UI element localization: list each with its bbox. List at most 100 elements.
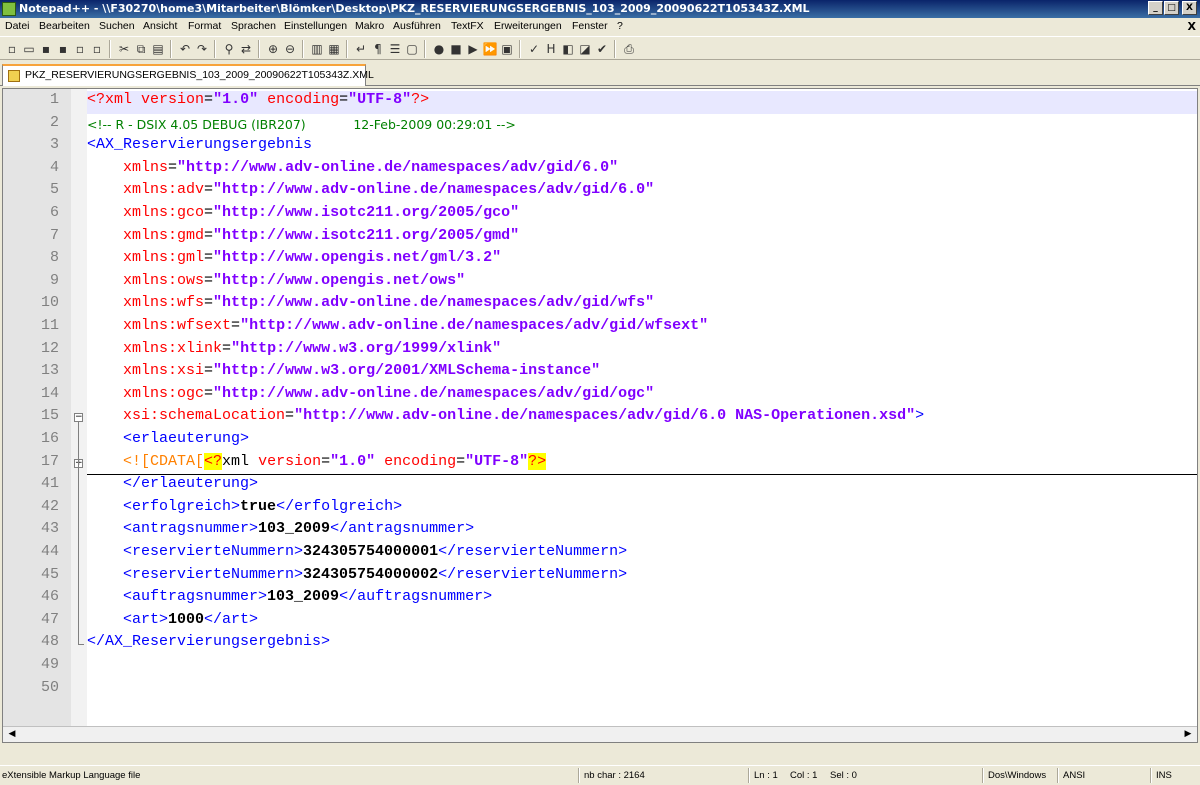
save-all-icon[interactable]: ▪ — [55, 41, 71, 57]
code-line: xmlns:ows="http://www.opengis.net/ows" — [123, 271, 466, 289]
line-number: 6 — [49, 204, 59, 221]
code-line: <erfolgreich>true</erfolgreich> — [123, 497, 403, 515]
line-number: 11 — [40, 317, 59, 334]
title-bar: Notepad++ - \\F30270\home3\Mitarbeiter\B… — [0, 0, 1200, 18]
menu-help[interactable]: ? — [617, 20, 623, 32]
copy-icon[interactable]: ⧉ — [133, 41, 149, 57]
sync-vertical-icon[interactable]: ▥ — [309, 41, 325, 57]
tab-label: PKZ_RESERVIERUNGSERGEBNIS_103_2009_20090… — [25, 69, 374, 81]
line-number: 44 — [40, 543, 59, 560]
close-icon[interactable]: ▫ — [72, 41, 88, 57]
code-line: <art>1000</art> — [123, 610, 259, 628]
status-separator — [1150, 768, 1152, 783]
line-number: 42 — [40, 497, 59, 515]
fold-collapse-icon[interactable]: − — [74, 413, 83, 423]
close-document-icon[interactable]: X — [1188, 20, 1196, 33]
zoom-in-icon[interactable]: ⊕ — [265, 41, 281, 57]
line-number: 16 — [40, 430, 59, 447]
play-macro-icon[interactable]: ▶ — [465, 41, 481, 57]
status-eol: Dos\Windows — [988, 770, 1047, 781]
line-number: 50 — [40, 678, 59, 696]
code-line: <antragsnummer>103_2009</antragsnummer> — [123, 520, 475, 538]
menu-datei[interactable]: Datei — [5, 20, 30, 32]
find-icon[interactable]: ⚲ — [221, 41, 237, 57]
menu-erweiterungen[interactable]: Erweiterungen — [494, 20, 562, 32]
record-macro-icon[interactable]: ● — [431, 41, 447, 57]
hex-icon[interactable]: H — [543, 41, 559, 57]
zoom-out-icon[interactable]: ⊖ — [282, 41, 298, 57]
close-window-button[interactable]: X — [1182, 1, 1197, 15]
code-line: xmlns:xlink="http://www.w3.org/1999/xlin… — [123, 339, 502, 357]
code-line: xmlns:gco="http://www.isotc211.org/2005/… — [123, 204, 520, 221]
menu-bearbeiten[interactable]: Bearbeiten — [39, 20, 90, 32]
menu-fenster[interactable]: Fenster — [572, 20, 608, 32]
line-number: 14 — [40, 384, 59, 402]
print-icon[interactable]: ⎙ — [621, 41, 637, 57]
compare-icon[interactable]: ◧ — [560, 41, 576, 57]
menu-makro[interactable]: Makro — [355, 20, 384, 32]
editor[interactable]: 1 2 3 4 5 6 7 8 9 10 11 12 13 14 15 16 17 41 42 43 44 45 46 47 4… — [2, 88, 1198, 743]
scroll-right-icon[interactable]: ▶ — [1181, 728, 1195, 741]
line-number: 49 — [40, 656, 59, 673]
code-line: xmlns:wfs="http://www.adv-online.de/name… — [123, 294, 655, 312]
menu-suchen[interactable]: Suchen — [99, 20, 135, 32]
run-macro-multiple-icon[interactable]: ⏩ — [482, 41, 498, 57]
line-number: 9 — [49, 271, 59, 289]
line-number: 1 — [49, 91, 59, 108]
line-number: 7 — [49, 226, 59, 244]
user-defined-lang-icon[interactable]: ▢ — [404, 41, 420, 57]
code-area[interactable]: <?xml version="1.0" encoding="UTF-8"?> <!… — [87, 89, 1197, 726]
fold-end-tick — [78, 644, 84, 646]
menu-textfx[interactable]: TextFX — [451, 20, 484, 32]
status-encoding: ANSI — [1063, 770, 1086, 781]
line-number: 8 — [49, 249, 59, 267]
cut-icon[interactable]: ✂ — [116, 41, 132, 57]
toolbar-separator — [519, 40, 521, 58]
sync-horizontal-icon[interactable]: ▦ — [326, 41, 342, 57]
close-all-icon[interactable]: ▫ — [89, 41, 105, 57]
check-icon[interactable]: ✔ — [594, 41, 610, 57]
menu-bar: Datei Bearbeiten Suchen Ansicht Format S… — [0, 18, 1200, 36]
horizontal-scrollbar[interactable]: ◀ ▶ — [3, 726, 1197, 742]
status-column: Col : 1 — [790, 770, 818, 781]
redo-icon[interactable]: ↷ — [194, 41, 210, 57]
menu-format[interactable]: Format — [188, 20, 221, 32]
menu-sprachen[interactable]: Sprachen — [231, 20, 276, 32]
fold-line — [78, 422, 79, 645]
tab-document[interactable]: PKZ_RESERVIERUNGSERGEBNIS_103_2009_20090… — [2, 64, 374, 86]
indent-guide-icon[interactable]: ☰ — [387, 41, 403, 57]
unsaved-file-icon — [8, 70, 20, 82]
toolbar-separator — [302, 40, 304, 58]
sync-icon[interactable]: ◪ — [577, 41, 593, 57]
status-selection: Sel : 0 — [830, 770, 857, 781]
toolbar-separator — [614, 40, 616, 58]
paste-icon[interactable]: ▤ — [150, 41, 166, 57]
spell-check-icon[interactable]: ✓ — [526, 41, 542, 57]
code-line: xmlns:ogc="http://www.adv-online.de/name… — [123, 384, 655, 402]
fold-margin[interactable]: −+ — [71, 89, 87, 742]
toolbar-separator — [214, 40, 216, 58]
save-macro-icon[interactable]: ▣ — [499, 41, 515, 57]
code-line: <?xml version="1.0" encoding="UTF-8"?> — [87, 91, 1197, 114]
status-nb-char: nb char : 2164 — [584, 770, 645, 781]
save-icon[interactable]: ▪ — [38, 41, 54, 57]
line-number: 46 — [40, 588, 59, 606]
open-file-icon[interactable]: ▭ — [21, 41, 37, 57]
menu-ausfuehren[interactable]: Ausführen — [393, 20, 441, 32]
replace-icon[interactable]: ⇄ — [238, 41, 254, 57]
show-all-chars-icon[interactable]: ¶ — [370, 41, 386, 57]
menu-ansicht[interactable]: Ansicht — [143, 20, 177, 32]
toolbar-separator — [424, 40, 426, 58]
minimize-button[interactable]: _ — [1148, 1, 1163, 15]
status-line: Ln : 1 — [754, 770, 778, 781]
menu-einstellungen[interactable]: Einstellungen — [284, 20, 347, 32]
undo-icon[interactable]: ↶ — [177, 41, 193, 57]
new-file-icon[interactable]: ▫ — [4, 41, 20, 57]
word-wrap-icon[interactable]: ↵ — [353, 41, 369, 57]
maximize-button[interactable]: □ — [1164, 1, 1179, 15]
code-line: <auftragsnummer>103_2009</auftragsnummer… — [123, 588, 493, 606]
stop-macro-icon[interactable]: ■ — [448, 41, 464, 57]
toolbar-separator — [258, 40, 260, 58]
tab-bar: PKZ_RESERVIERUNGSERGEBNIS_103_2009_20090… — [0, 60, 1200, 86]
scroll-left-icon[interactable]: ◀ — [5, 728, 19, 741]
